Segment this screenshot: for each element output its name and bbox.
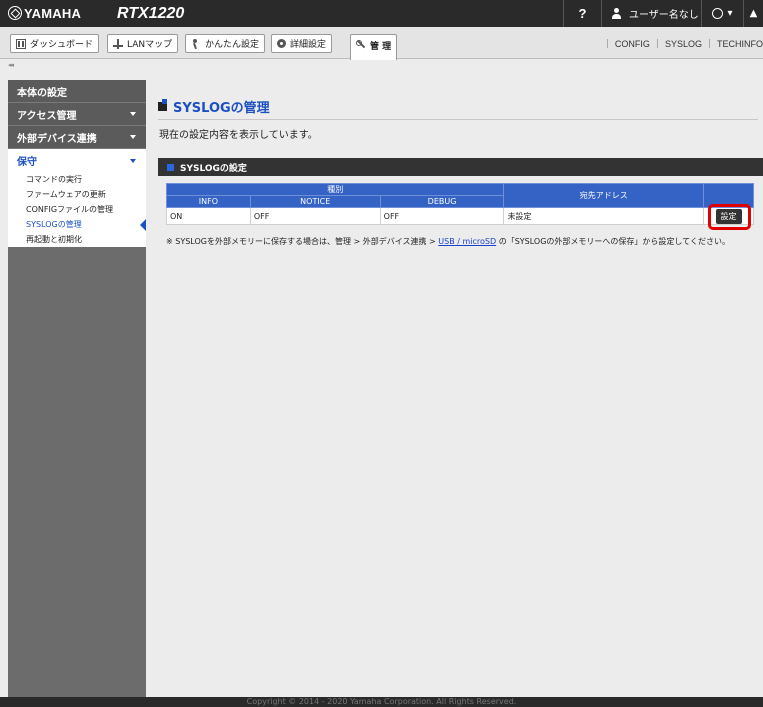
notice-header: NOTICE bbox=[249, 195, 381, 208]
usb-microsd-link[interactable]: USB / microSD bbox=[438, 237, 496, 246]
tab-advanced-settings[interactable]: 詳細設定 bbox=[271, 34, 333, 53]
tuning-fork-logo-icon bbox=[8, 6, 22, 20]
sidebar-item-config-file[interactable]: CONFIGファイルの管理 bbox=[8, 202, 146, 217]
gear-icon bbox=[277, 39, 286, 48]
sidebar-item-syslog[interactable]: SYSLOGの管理 bbox=[8, 217, 146, 232]
chevron-down-icon: ▾ bbox=[727, 8, 733, 19]
chevron-down-icon bbox=[130, 135, 136, 139]
status-dropdown[interactable]: ▾ bbox=[701, 0, 743, 27]
top-bar: YAMAHA RTX1220 ? ユーザー名なし ▾ ▲ bbox=[0, 0, 763, 27]
sidebar-item-firmware[interactable]: ファームウェアの更新 bbox=[8, 187, 146, 202]
highlight-annotation bbox=[708, 204, 751, 230]
tab-dashboard[interactable]: ダッシュボード bbox=[10, 34, 100, 53]
lan-map-icon bbox=[113, 38, 123, 49]
main-tabs: ダッシュボード LANマップ かんたん設定 詳細設定 管 理 | CONFIG … bbox=[0, 27, 763, 60]
syslog-link[interactable]: SYSLOG bbox=[665, 39, 702, 49]
panel-header: SYSLOGの設定 bbox=[158, 158, 763, 176]
debug-header: DEBUG bbox=[379, 195, 505, 208]
dashboard-icon bbox=[16, 38, 26, 49]
page-title-icon bbox=[158, 99, 167, 111]
easy-setup-icon bbox=[191, 38, 201, 49]
yamaha-logo: YAMAHA bbox=[8, 6, 81, 21]
notification-bell-icon[interactable]: ▲ bbox=[743, 0, 763, 27]
sidebar-item-reboot[interactable]: 再起動と初期化 bbox=[8, 232, 146, 247]
divider bbox=[158, 119, 758, 120]
chevron-down-icon bbox=[130, 112, 136, 116]
info-header: INFO bbox=[166, 195, 251, 208]
syslog-settings-table: 種別 宛先アドレス INFO NOTICE DEBUG ON OFF OFF 未… bbox=[165, 183, 754, 225]
sidebar-submenu: コマンドの実行 ファームウェアの更新 CONFIGファイルの管理 SYSLOGの… bbox=[8, 172, 146, 247]
info-value: ON bbox=[166, 207, 251, 225]
user-icon bbox=[612, 8, 621, 19]
sidebar-section-maintenance[interactable]: 保守 bbox=[8, 149, 146, 172]
top-links: | CONFIG | SYSLOG | TECHINFO bbox=[605, 39, 763, 49]
panel-square-icon bbox=[167, 163, 174, 171]
address-value: 未設定 bbox=[503, 207, 705, 225]
collapse-sidebar-button[interactable]: ◂◂ bbox=[8, 61, 14, 69]
techinfo-link[interactable]: TECHINFO bbox=[717, 39, 763, 49]
notice-value: OFF bbox=[249, 207, 381, 225]
user-menu[interactable]: ユーザー名なし bbox=[601, 0, 701, 27]
sidebar-item-command[interactable]: コマンドの実行 bbox=[8, 172, 146, 187]
user-name: ユーザー名なし bbox=[629, 10, 699, 21]
tab-easy-setup[interactable]: かんたん設定 bbox=[185, 34, 266, 53]
sidebar-section-access-management[interactable]: アクセス管理 bbox=[8, 103, 146, 126]
table-row: ON OFF OFF 未設定 設定 bbox=[166, 207, 754, 225]
model-name: RTX1220 bbox=[117, 5, 185, 22]
tab-lan-map[interactable]: LANマップ bbox=[107, 34, 179, 53]
page-description: 現在の設定内容を表示しています。 bbox=[159, 130, 318, 141]
type-group-header: 種別 bbox=[165, 183, 505, 196]
config-link[interactable]: CONFIG bbox=[615, 39, 650, 49]
help-button[interactable]: ? bbox=[563, 0, 601, 27]
sidebar-section-external-device[interactable]: 外部デバイス連携 bbox=[8, 126, 146, 149]
tab-management[interactable]: 管 理 bbox=[350, 34, 398, 60]
address-header: 宛先アドレス bbox=[503, 183, 705, 208]
wrench-icon bbox=[356, 39, 366, 49]
footer: Copyright © 2014 - 2020 Yamaha Corporati… bbox=[0, 697, 763, 707]
sidebar-section-device-settings[interactable]: 本体の設定 bbox=[8, 80, 146, 103]
status-ring-icon bbox=[712, 8, 724, 19]
debug-value: OFF bbox=[379, 207, 505, 225]
page-title: SYSLOGの管理 bbox=[158, 97, 270, 116]
note-text: ※ SYSLOGを外部メモリーに保存する場合は、管理 > 外部デバイス連携 > … bbox=[166, 237, 730, 246]
sidebar: 本体の設定 アクセス管理 外部デバイス連携 保守 コマンドの実行 ファームウェア… bbox=[8, 80, 146, 697]
chevron-down-icon bbox=[130, 158, 136, 163]
main-content: SYSLOGの管理 現在の設定内容を表示しています。 SYSLOGの設定 種別 … bbox=[146, 80, 763, 697]
